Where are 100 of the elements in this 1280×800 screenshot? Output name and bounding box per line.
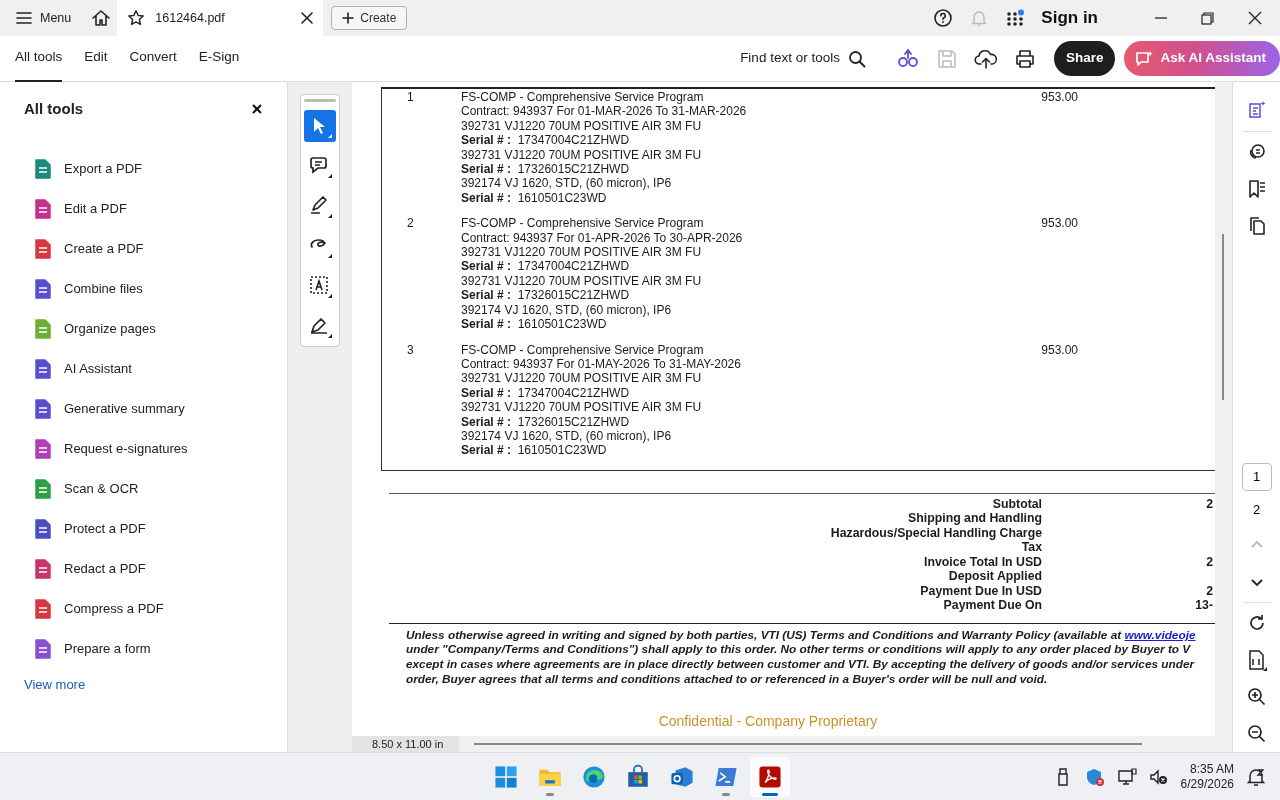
page-number-button[interactable]: 1 xyxy=(1241,463,1272,491)
chat-sparkle-icon xyxy=(1134,49,1155,68)
browser-icon xyxy=(581,763,607,790)
search-icon xyxy=(847,49,866,68)
star-icon xyxy=(127,9,146,27)
close-panel-icon xyxy=(251,103,263,116)
tool-list-item[interactable]: Request e-signatures xyxy=(24,428,263,469)
close-tab-button[interactable] xyxy=(301,12,314,24)
help-button[interactable] xyxy=(933,8,954,28)
line-number: 2 xyxy=(406,216,415,233)
tool-list-item[interactable]: Protect a PDF xyxy=(24,508,263,549)
drag-handle[interactable] xyxy=(304,99,336,102)
apps-icon xyxy=(1005,8,1026,28)
horizontal-scrollbar[interactable] xyxy=(474,743,1142,745)
notification-bell-button[interactable] xyxy=(1246,766,1266,787)
page-size-label: 8.50 x 11.00 in xyxy=(352,736,459,752)
tool-list-item[interactable]: Create a PDF xyxy=(24,228,263,269)
description-line: 392731 VJ1220 70UM POSITIVE AIR 3M FU xyxy=(461,245,703,260)
home-icon xyxy=(91,8,112,28)
tool-list-item[interactable]: Edit a PDF xyxy=(24,188,263,229)
tool-list-item[interactable]: Export a PDF xyxy=(24,148,263,189)
generative-summary-icon xyxy=(1246,100,1267,121)
restore-icon xyxy=(1200,11,1214,25)
toolbar-tab[interactable]: E-Sign xyxy=(198,35,240,82)
unit-price: 953.00 xyxy=(1040,342,1078,359)
scrollbar-thumb[interactable] xyxy=(1222,234,1224,400)
tool-list-item[interactable]: Prepare a form xyxy=(24,628,263,669)
apps-button[interactable] xyxy=(1005,8,1026,28)
tab-title: 1612464.pdf xyxy=(155,9,226,27)
find-button[interactable]: Find text or tools xyxy=(734,47,872,70)
tool-list-item[interactable]: Combine files xyxy=(24,268,263,309)
toolbar-tab[interactable]: Edit xyxy=(84,35,108,82)
total-value: 2 xyxy=(1205,583,1214,599)
description-line: 392174 VJ 1620, STD, (60 micron), IP6 xyxy=(461,428,673,444)
plus-icon xyxy=(342,12,355,24)
windows-logo-icon xyxy=(493,763,519,790)
tool-list-item[interactable]: AI Assistant xyxy=(24,348,263,389)
website-link[interactable]: www.videoje xyxy=(1124,627,1196,642)
menu-icon xyxy=(16,11,32,25)
tool-list-item[interactable]: Compress a PDF xyxy=(24,588,263,629)
description-line: Serial # : 1610501C23WD xyxy=(461,190,608,206)
close-panel-button[interactable] xyxy=(251,103,263,116)
total-label: Payment Due In USD xyxy=(919,583,1042,599)
save-icon xyxy=(935,47,958,70)
total-label: Hazardous/Special Handling Charge xyxy=(829,525,1042,541)
clock-button[interactable]: 8:35 AM 6/29/2026 xyxy=(1180,761,1234,792)
description-line: Serial # : 17326015C21ZHWD xyxy=(461,288,631,303)
document-tab[interactable]: 1612464.pdf xyxy=(117,0,324,36)
print-icon xyxy=(1013,47,1036,70)
description-line: 392731 VJ1220 70UM POSITIVE AIR 3M FU xyxy=(461,371,703,386)
tool-list-item[interactable]: Redact a PDF xyxy=(24,548,263,589)
menu-button[interactable]: Menu xyxy=(8,4,80,32)
total-label: Invoice Total In USD xyxy=(923,554,1042,570)
close-tab-icon xyxy=(301,12,314,24)
tool-list-item[interactable]: Scan & OCR xyxy=(24,468,263,509)
tool-list-item[interactable]: Organize pages xyxy=(24,308,263,349)
description-line: Serial # : 17347004C21ZHWD xyxy=(461,259,631,274)
description-line: Serial # : 17326015C21ZHWD xyxy=(461,162,631,177)
security-shield-button[interactable] xyxy=(1084,766,1105,787)
description-line: Contract: 943937 For 01-APR-2026 To 30-APR-2026 xyxy=(461,230,744,246)
total-label: Subtotal xyxy=(991,496,1042,512)
home-button[interactable] xyxy=(91,8,112,28)
volume-muted-button[interactable] xyxy=(1148,766,1169,787)
view-more-link[interactable]: View more xyxy=(24,674,86,694)
ai-assistant-button[interactable]: Ask AI Assistant xyxy=(1124,41,1280,76)
toolbar-tab[interactable]: All tools xyxy=(15,35,63,82)
vertical-scrollbar[interactable] xyxy=(1215,82,1232,736)
security-shield-icon xyxy=(1084,766,1105,787)
description-line: Serial # : 1610501C23WD xyxy=(461,317,608,332)
total-label: Tax xyxy=(1020,540,1042,555)
description-line: Serial # : 17326015C21ZHWD xyxy=(461,414,631,429)
print-button[interactable] xyxy=(1013,47,1036,70)
bookmarks-icon xyxy=(1246,178,1267,199)
description-line: Contract: 943937 For 01-MAY-2026 To 31-MAY-2026 xyxy=(461,356,742,372)
upload-icon xyxy=(973,47,998,70)
network-icon xyxy=(1116,766,1137,787)
description-line: 392731 VJ1220 70UM POSITIVE AIR 3M FU xyxy=(461,273,703,289)
total-value: 13- xyxy=(1194,598,1214,613)
unit-price: 953.00 xyxy=(1040,216,1078,233)
description-line: Serial # : 17347004C21ZHWD xyxy=(461,133,631,148)
description-line: 392174 VJ 1620, STD, (60 micron), IP6 xyxy=(461,302,673,318)
description-line: 392731 VJ1220 70UM POSITIVE AIR 3M FU xyxy=(461,400,703,415)
upload-button[interactable] xyxy=(973,47,998,70)
tool-list-item[interactable]: Generative summary xyxy=(24,388,263,429)
total-label: Deposit Applied xyxy=(947,569,1042,584)
create-button[interactable]: Create xyxy=(331,6,408,30)
total-label: Shipping and Handling xyxy=(907,511,1042,526)
text-box-icon xyxy=(307,273,333,299)
share-button[interactable]: Share xyxy=(1053,41,1116,76)
zoom-in-icon xyxy=(1246,686,1267,707)
toolbar-tab[interactable]: Convert xyxy=(129,35,177,82)
network-button[interactable] xyxy=(1116,766,1137,787)
taskbar-app-button[interactable] xyxy=(750,756,790,797)
select-tool-button[interactable] xyxy=(304,110,336,142)
line-number: 1 xyxy=(406,90,415,106)
volume-muted-icon xyxy=(1148,766,1169,787)
page-number-button[interactable]: 2 xyxy=(1241,496,1272,524)
clock-date: 6/29/2026 xyxy=(1180,776,1234,792)
clock-time: 8:35 AM xyxy=(1189,761,1234,777)
sign-in-button[interactable]: Sign in xyxy=(1035,4,1104,32)
